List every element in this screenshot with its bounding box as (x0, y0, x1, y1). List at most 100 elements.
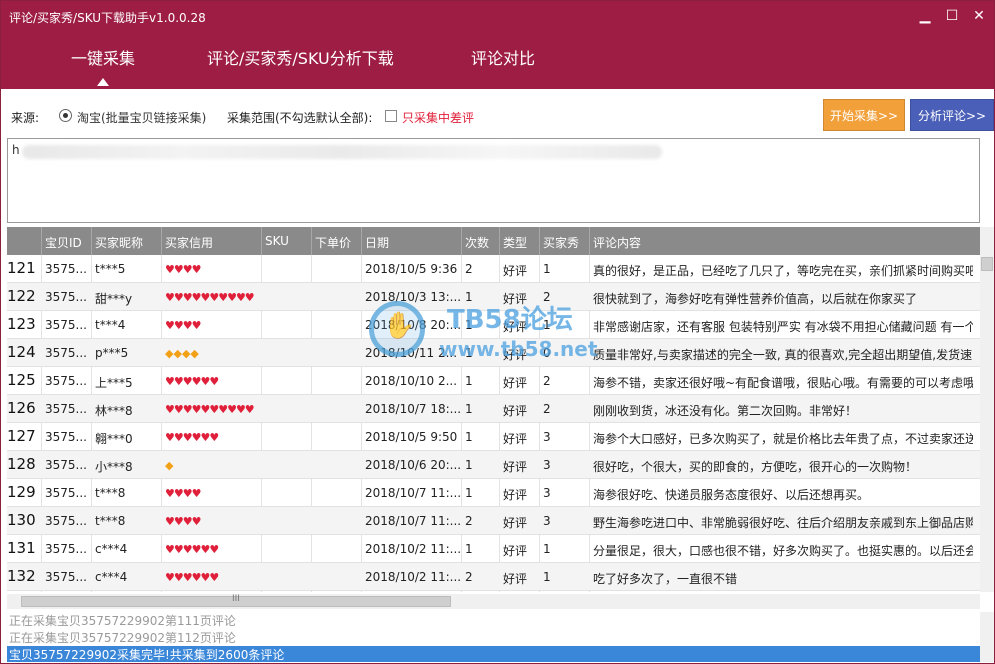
heart-credit-icon: ♥♥ (165, 319, 184, 332)
url-input[interactable]: h (7, 138, 980, 223)
header-separator (461, 227, 462, 255)
cell-id: 3575... (45, 486, 87, 500)
close-button[interactable]: ✕ (970, 7, 988, 25)
table-row[interactable]: 132 3575... c***4 ♥♥♥♥♥♥ 2018/10/2 11:... 2 好评… (7, 563, 980, 591)
table-row[interactable]: 131 3575... c***4 ♥♥♥♥♥♥ 2018/10/2 11:... 1 好评… (7, 535, 980, 563)
buyer-credit: ♥♥♥♥ (165, 318, 263, 332)
column-header[interactable]: 类型 (503, 234, 527, 251)
tab-one-click-collect[interactable]: 一键采集 (71, 45, 135, 69)
table-row[interactable]: 130 3575... t***8 ♥♥♥♥ 2018/10/7 11:... 2 好评 3 野… (7, 507, 980, 535)
header-separator (539, 227, 540, 255)
cell-nick: 翱***0 (95, 432, 133, 446)
header-separator (361, 227, 362, 255)
url-input-text: h (12, 143, 20, 157)
cell-type: 好评 (503, 544, 528, 558)
log-line: 正在采集宝贝35757229902第111页评论 (9, 614, 236, 628)
cell-date: 2018/10/5 9:36 (365, 262, 458, 276)
cell-id: 3575... (45, 290, 87, 304)
diamond-credit-icon: ◆ (190, 347, 199, 360)
row-number: 122 (7, 287, 36, 305)
column-header[interactable]: SKU (265, 234, 289, 248)
heart-credit-icon: ♥♥ (200, 431, 219, 444)
table-vertical-scroll-thumb[interactable] (981, 257, 993, 271)
heart-credit-icon: ♥♥ (165, 487, 184, 500)
analyze-reviews-button[interactable]: 分析评论>> (910, 99, 994, 131)
table-horizontal-scrollbar[interactable]: III (7, 594, 980, 609)
column-header[interactable]: 买家秀 (543, 234, 579, 251)
cell-show: 3 (543, 430, 551, 444)
cell-content: 分量很足，很大，口感也很不错，好多次购买了。也挺实惠的。以后还会 (593, 544, 973, 558)
column-header[interactable]: 买家昵称 (95, 234, 143, 251)
row-number: 132 (7, 567, 36, 585)
table-horizontal-scroll-thumb[interactable]: III (21, 594, 451, 607)
cell-show: 3 (543, 514, 551, 528)
cell-id: 3575... (45, 262, 87, 276)
column-header[interactable]: 次数 (465, 234, 489, 251)
cell-id: 3575... (45, 346, 87, 360)
cell-content: 非常感谢店家，还有客服 包装特别严实 有冰袋不用担心储藏问题 有一个 (593, 320, 973, 334)
header-separator (91, 227, 92, 255)
cell-count: 1 (465, 458, 473, 472)
cell-content: 海参个大口感好，已多次购买了，就是价格比去年贵了点，不过卖家还送 (593, 432, 973, 446)
cell-show: 1 (543, 570, 551, 584)
cell-count: 1 (465, 486, 473, 500)
source-label: 来源: (11, 111, 40, 125)
heart-credit-icon: ♥♥ (200, 291, 219, 304)
heart-credit-icon: ♥♥ (165, 263, 184, 276)
cell-id: 3575... (45, 570, 87, 584)
window-title: 评论/买家秀/SKU下载助手v1.0.0.28 (9, 11, 206, 25)
row-number: 128 (7, 455, 36, 473)
heart-credit-icon: ♥♥ (182, 375, 202, 388)
column-header[interactable]: 评论内容 (593, 234, 641, 251)
table-row[interactable]: 121 3575... t***5 ♥♥♥♥ 2018/10/5 9:36 2 好评 1 真的很… (7, 255, 980, 283)
buyer-credit: ♥♥♥♥ (165, 262, 263, 276)
heart-credit-icon: ♥♥ (182, 487, 202, 500)
source-radio[interactable] (59, 109, 72, 122)
watermark-hand-icon: ✋ (383, 311, 416, 341)
buyer-credit: ◆ (165, 458, 263, 472)
cell-nick: 小***8 (95, 460, 133, 474)
heart-credit-icon: ♥♥ (165, 375, 184, 388)
start-collect-button[interactable]: 开始采集>> (823, 99, 905, 131)
cell-count: 1 (465, 430, 473, 444)
cell-type: 好评 (503, 376, 528, 390)
log-selected-line[interactable]: 宝贝35757229902采集完毕!共采集到2600条评论 (7, 646, 980, 662)
cell-count: 2 (465, 514, 473, 528)
cell-count: 2 (465, 262, 473, 276)
table-row[interactable]: 126 3575... 林***8 ♥♥♥♥♥♥♥♥♥♥ 2018/10/7 18:..… (7, 395, 980, 423)
table-vertical-scrollbar[interactable] (980, 227, 994, 592)
row-number: 123 (7, 315, 36, 333)
heart-credit-icon: ♥♥ (165, 571, 184, 584)
column-header[interactable]: 日期 (365, 234, 389, 251)
buyer-credit: ♥♥♥♥ (165, 486, 263, 500)
diamond-credit-icon: ◆ (165, 347, 174, 360)
tab-review-compare[interactable]: 评论对比 (471, 45, 535, 69)
app-window: 评论/买家秀/SKU下载助手v1.0.0.28 ▁ ☐ ✕ 一键采集 评论/买家… (0, 0, 995, 664)
reviews-table: 宝贝ID 买家昵称 买家信用 SKU 下单价 日期 次数 类型 买家秀 评论内容 1 2 1 3575.… (7, 227, 980, 592)
maximize-button[interactable]: ☐ (943, 7, 961, 25)
scope-label: 采集范围(不勾选默认全部): (227, 111, 373, 125)
cell-type: 好评 (503, 572, 528, 586)
heart-credit-icon: ♥♥ (182, 403, 202, 416)
log-scrollbar[interactable] (980, 612, 994, 662)
table-row[interactable]: 128 3575... 小***8 ◆ 2018/10/6 20:... 1 好评 3 很好吃，… (7, 451, 980, 479)
cell-type: 好评 (503, 516, 528, 530)
column-header[interactable]: 宝贝ID (45, 234, 82, 251)
column-header[interactable]: 买家信用 (165, 234, 213, 251)
header-separator (311, 227, 312, 255)
minimize-button[interactable]: ▁ (916, 7, 934, 25)
table-row[interactable]: 127 3575... 翱***0 ♥♥♥♥♥♥ 2018/10/5 9:50 1 好评 3 海… (7, 423, 980, 451)
cell-show: 1 (543, 542, 551, 556)
tab-review-analysis-download[interactable]: 评论/买家秀/SKU分析下载 (207, 45, 394, 69)
column-header[interactable]: 下单价 (315, 234, 351, 251)
heart-credit-icon: ♥♥ (200, 571, 219, 584)
bad-reviews-only-checkbox[interactable] (385, 110, 397, 122)
cell-content: 吃了好多次了，一直很不错 (593, 572, 738, 586)
cell-content: 野生海参吃进口中、非常脆弱很好吃、往后介绍朋友亲戚到东上御品店购 (593, 516, 973, 530)
source-option-label[interactable]: 淘宝(批量宝贝链接采集) (77, 109, 206, 126)
bad-reviews-only-label[interactable]: 只采集中差评 (402, 109, 474, 126)
cell-show: 1 (543, 262, 551, 276)
buyer-credit: ♥♥♥♥ (165, 514, 263, 528)
table-row[interactable]: 129 3575... t***8 ♥♥♥♥ 2018/10/7 11:... 1 好评 3 海… (7, 479, 980, 507)
table-row[interactable]: 125 3575... 上***5 ♥♥♥♥♥♥ 2018/10/10 2... 1 好评 2… (7, 367, 980, 395)
